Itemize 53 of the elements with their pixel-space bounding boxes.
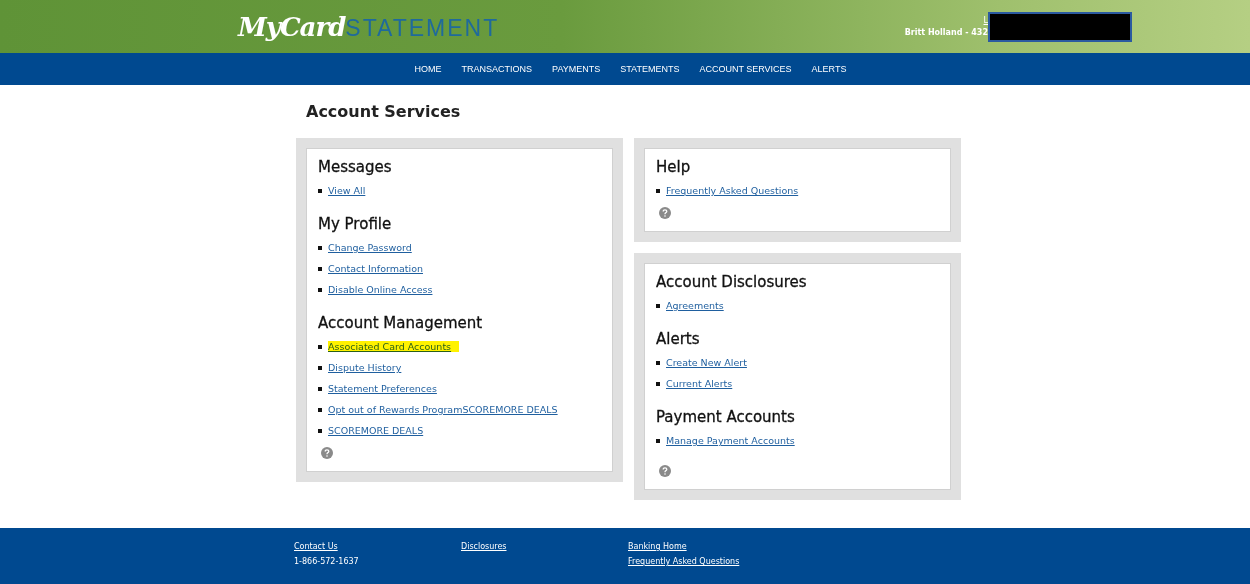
service-link[interactable]: Agreements	[666, 300, 724, 311]
nav-link[interactable]: TRANSACTIONS	[461, 64, 533, 74]
help-icon[interactable]	[659, 207, 671, 219]
nav-link[interactable]: ALERTS	[811, 64, 847, 74]
service-link[interactable]: Change Password	[328, 242, 412, 253]
bullet-icon	[656, 381, 660, 386]
section-title: Messages	[318, 158, 393, 176]
bullet-icon	[656, 438, 660, 443]
bullet-icon	[318, 266, 322, 271]
section-title: My Profile	[318, 215, 393, 233]
service-link[interactable]: Statement Preferences	[328, 383, 437, 394]
service-link[interactable]: Opt out of Rewards ProgramSCOREMORE DEALS	[328, 404, 558, 415]
user-name: Britt Holland - 432	[904, 28, 988, 37]
nav-link[interactable]: ACCOUNT SERVICES	[699, 64, 792, 74]
nav-link[interactable]: HOME	[414, 64, 442, 74]
footer-link[interactable]: Frequently Asked Questions	[628, 557, 795, 566]
bullet-icon	[318, 386, 322, 391]
service-link[interactable]: Contact Information	[328, 263, 423, 274]
service-link[interactable]: Frequently Asked Questions	[666, 185, 799, 196]
help-icon[interactable]	[659, 465, 671, 477]
service-link[interactable]: Dispute History	[328, 362, 402, 373]
service-link[interactable]: Disable Online Access	[328, 284, 433, 295]
section-title: Help	[656, 158, 692, 176]
logo-script: MyCard	[238, 11, 346, 42]
service-link[interactable]: Associated Card Accounts	[328, 341, 460, 352]
footer-link[interactable]: Contact Us	[294, 542, 461, 551]
bullet-icon	[318, 188, 322, 193]
help-icon[interactable]	[321, 447, 333, 459]
bullet-icon	[318, 287, 322, 292]
logo-wordmark: STATEMENT	[345, 14, 500, 42]
bullet-icon	[656, 188, 660, 193]
section-title: Account Management	[318, 314, 484, 332]
footer-link[interactable]: Banking Home	[628, 542, 795, 551]
bullet-icon	[318, 428, 322, 433]
service-link[interactable]: Current Alerts	[666, 378, 733, 389]
nav-link[interactable]: PAYMENTS	[552, 64, 601, 74]
section-title: Payment Accounts	[656, 408, 796, 426]
service-link[interactable]: View All	[328, 185, 366, 196]
bullet-icon	[656, 303, 660, 308]
service-link[interactable]: Manage Payment Accounts	[666, 435, 795, 446]
service-link[interactable]: SCOREMORE DEALS	[328, 425, 424, 436]
nav-link[interactable]: STATEMENTS	[620, 64, 680, 74]
bullet-icon	[656, 360, 660, 365]
page-title: Account Services	[306, 102, 462, 121]
section-title: Alerts	[656, 330, 701, 348]
bullet-icon	[318, 365, 322, 370]
footer-link[interactable]: Disclosures	[461, 542, 628, 551]
bullet-icon	[318, 344, 322, 349]
service-link[interactable]: Create New Alert	[666, 357, 747, 368]
bullet-icon	[318, 245, 322, 250]
phone-number: 1-866-572-1637	[294, 557, 360, 566]
bullet-icon	[318, 407, 322, 412]
section-title: Account Disclosures	[656, 273, 808, 291]
